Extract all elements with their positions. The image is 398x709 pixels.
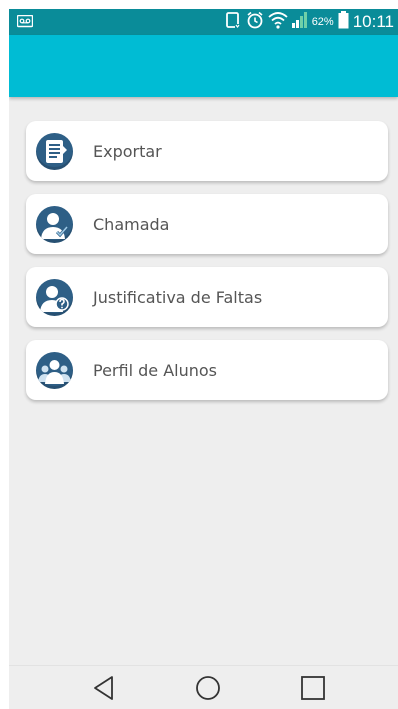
menu-item-label: Chamada <box>93 214 170 234</box>
app-bar <box>9 35 398 97</box>
menu-item-exportar[interactable]: Exportar <box>26 121 388 181</box>
menu-item-justificativa-de-faltas[interactable]: Justificativa de Faltas <box>26 267 388 327</box>
menu-item-label: Justificativa de Faltas <box>93 287 263 307</box>
alarm-icon <box>246 11 264 33</box>
group-users-icon <box>36 352 73 389</box>
person-question-icon <box>36 279 73 316</box>
menu-item-label: Perfil de Alunos <box>93 360 217 380</box>
navigation-bar <box>9 665 398 709</box>
status-bar: 62% 10:11 <box>9 9 398 35</box>
status-time: 10:11 <box>352 12 394 31</box>
menu-item-perfil-de-alunos[interactable]: Perfil de Alunos <box>26 340 388 400</box>
back-icon[interactable] <box>90 674 118 702</box>
menu-item-label: Exportar <box>93 141 162 161</box>
recents-icon[interactable] <box>299 674 327 702</box>
vibrate-icon <box>224 11 242 33</box>
phone-screen: 62% 10:11 Exportar Chamada Justificativa… <box>9 9 398 709</box>
home-icon[interactable] <box>194 674 222 702</box>
person-check-icon <box>36 206 73 243</box>
voicemail-icon <box>16 14 34 33</box>
signal-icon <box>291 12 308 32</box>
battery-icon <box>338 11 349 33</box>
wifi-icon <box>268 11 288 33</box>
menu-list: Exportar Chamada Justificativa de Faltas… <box>26 121 388 413</box>
status-icons: 62% 10:11 <box>224 11 394 33</box>
battery-percent: 62% <box>311 16 334 28</box>
document-export-icon <box>36 133 73 170</box>
menu-item-chamada[interactable]: Chamada <box>26 194 388 254</box>
